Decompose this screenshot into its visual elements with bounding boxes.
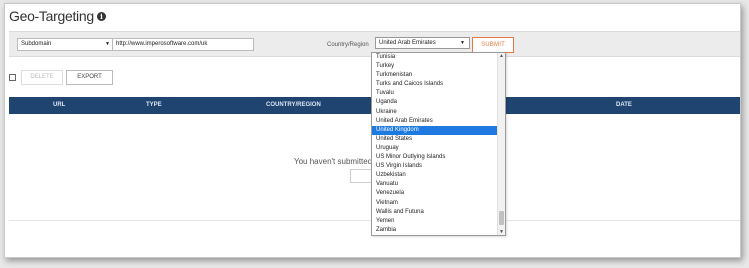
country-option[interactable]: US Minor Outlying Islands xyxy=(372,153,498,162)
chevron-down-icon: ▼ xyxy=(105,41,110,47)
info-icon[interactable]: i xyxy=(96,11,106,21)
url-input-value: http://www.imperosoftware.com/uk xyxy=(116,41,208,47)
url-input[interactable]: http://www.imperosoftware.com/uk xyxy=(112,38,254,51)
country-option[interactable]: United States xyxy=(372,135,498,144)
country-option[interactable]: Zambia xyxy=(372,226,498,235)
country-option[interactable]: Uganda xyxy=(372,98,498,107)
country-option[interactable]: Turkmenistan xyxy=(372,71,498,80)
country-option[interactable]: Uzbekistan xyxy=(372,171,498,180)
country-select-value: United Arab Emirates xyxy=(379,40,436,46)
empty-state-message: You haven't submitted c xyxy=(294,157,379,166)
select-all-checkbox[interactable] xyxy=(9,74,16,81)
country-option[interactable]: US Virgin Islands xyxy=(372,162,498,171)
country-option[interactable]: Ukraine xyxy=(372,108,498,117)
subdomain-select[interactable]: Subdomain ▼ xyxy=(17,38,114,51)
country-option[interactable]: United Arab Emirates xyxy=(372,117,498,126)
country-option[interactable]: Vietnam xyxy=(372,199,498,208)
country-option[interactable]: Venezuela xyxy=(372,189,498,198)
column-header-date[interactable]: DATE xyxy=(616,102,632,108)
delete-button[interactable]: DELETE xyxy=(21,70,63,85)
country-option[interactable]: Uruguay xyxy=(372,144,498,153)
page-title: Geo-Targeting i xyxy=(9,8,106,24)
country-option[interactable]: Turks and Caicos Islands xyxy=(372,80,498,89)
country-option[interactable]: United Kingdom xyxy=(372,125,498,135)
column-header-country-region[interactable]: COUNTRY/REGION xyxy=(266,102,321,108)
page-title-text: Geo-Targeting xyxy=(9,8,94,24)
column-header-type[interactable]: TYPE xyxy=(146,102,162,108)
geo-targeting-panel: Geo-Targeting i Subdomain ▼ http://www.i… xyxy=(4,3,741,258)
chevron-down-icon: ▼ xyxy=(460,40,465,46)
column-header-url[interactable]: URL xyxy=(53,102,65,108)
country-region-label: Country/Region xyxy=(327,42,369,48)
scrollbar-thumb[interactable] xyxy=(499,211,504,225)
country-option[interactable]: Wallis and Futuna xyxy=(372,208,498,217)
subdomain-select-value: Subdomain xyxy=(21,41,52,47)
scroll-down-icon[interactable]: ▼ xyxy=(499,229,504,235)
country-option[interactable]: Turkey xyxy=(372,62,498,71)
country-option[interactable]: Yemen xyxy=(372,217,498,226)
country-option[interactable]: Tuvalu xyxy=(372,89,498,98)
country-dropdown-list[interactable]: Tunisia Turkey Turkmenistan Turks and Caico… xyxy=(371,52,506,236)
scroll-up-icon[interactable]: ▲ xyxy=(499,53,504,59)
country-select[interactable]: United Arab Emirates ▼ xyxy=(375,37,470,49)
submit-button[interactable]: SUBMIT xyxy=(472,37,514,53)
dropdown-scrollbar[interactable]: ▲ ▼ xyxy=(497,53,505,235)
country-option[interactable]: Tunisia xyxy=(372,53,498,62)
export-button[interactable]: EXPORT xyxy=(66,70,113,85)
country-option[interactable]: Vanuatu xyxy=(372,180,498,189)
country-options: Tunisia Turkey Turkmenistan Turks and Caico… xyxy=(372,53,498,235)
